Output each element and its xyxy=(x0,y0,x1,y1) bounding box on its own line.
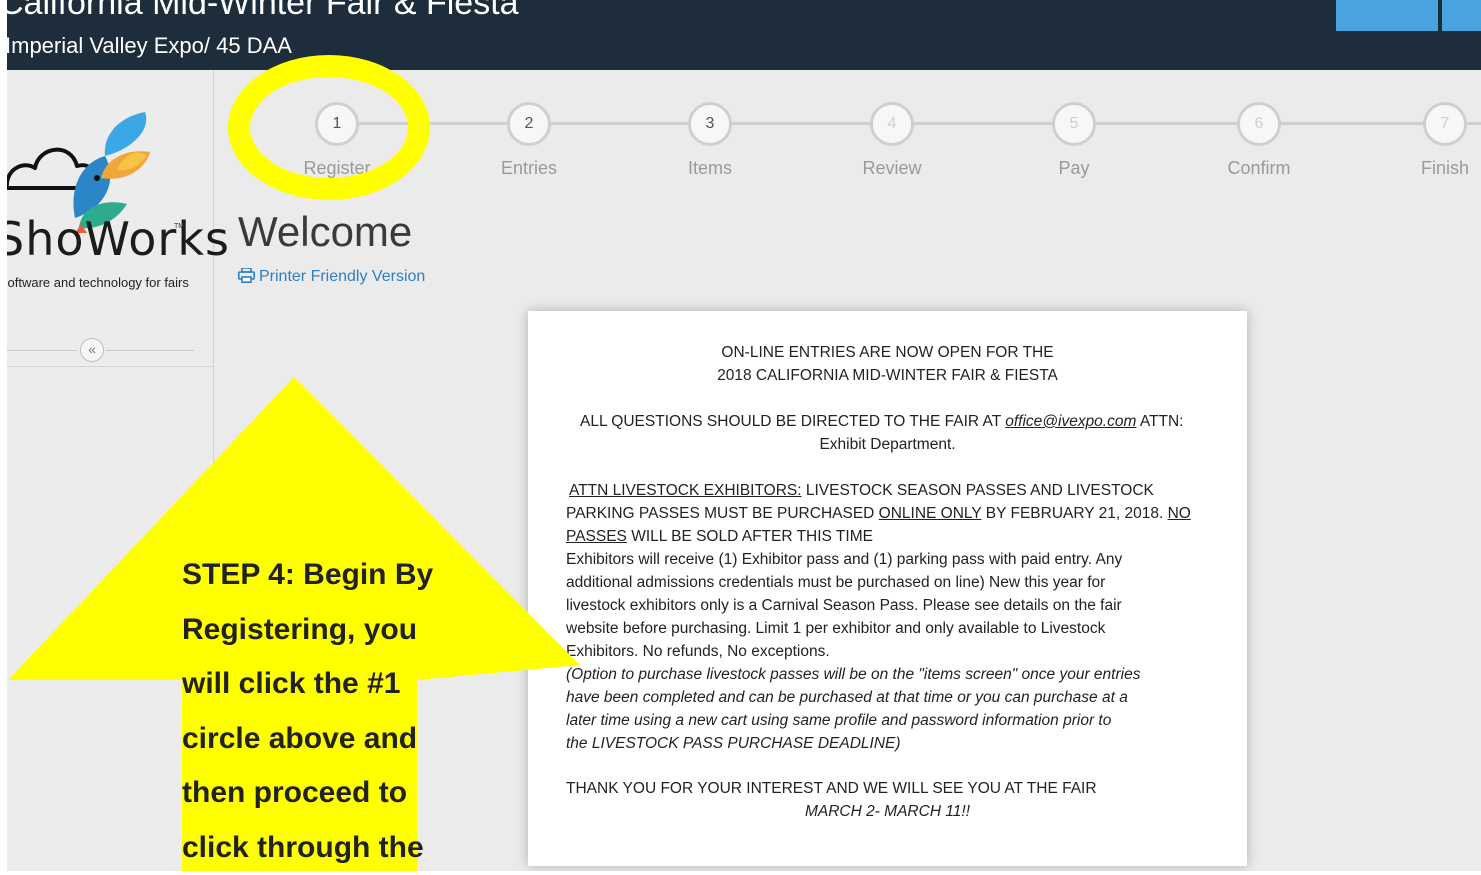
site-header: California Mid-Winter Fair & Fiesta Impe… xyxy=(7,0,1481,70)
passes-text: PASSES xyxy=(566,528,627,545)
step-7-finish-circle[interactable]: 7 xyxy=(1423,102,1467,146)
fair-dates: MARCH 2- MARCH 11!! xyxy=(528,800,1247,823)
divider xyxy=(7,350,77,351)
exhibitors-line-3: livestock exhibitors only is a Carnival … xyxy=(566,594,1236,617)
step-6-confirm-circle[interactable]: 6 xyxy=(1237,102,1281,146)
highlight-circle-annotation xyxy=(228,55,430,200)
step-3-items-circle[interactable]: 3 xyxy=(688,102,732,146)
option-line-4: the LIVESTOCK PASS PURCHASE DEADLINE) xyxy=(566,732,1246,755)
livestock-line-3: PASSES WILL BE SOLD AFTER THIS TIME xyxy=(566,525,1236,548)
livestock-heading: ATTN LIVESTOCK EXHIBITORS: xyxy=(569,482,802,499)
livestock-text: LIVESTOCK SEASON PASSES AND LIVESTOCK xyxy=(802,482,1154,499)
online-only-text: ONLINE ONLY xyxy=(879,505,982,522)
step-7-label[interactable]: Finish xyxy=(1405,158,1481,179)
option-line-3: later time using a new cart using same p… xyxy=(566,709,1246,732)
livestock-text: PARKING PASSES MUST BE PURCHASED xyxy=(566,505,879,522)
step-4-label[interactable]: Review xyxy=(842,158,942,179)
annotation-line-4: circle above and xyxy=(182,712,452,767)
fair-title: California Mid-Winter Fair & Fiesta xyxy=(7,0,519,23)
logo-wordmark: ShoWorks xyxy=(7,212,230,266)
notice-questions-line-2: Exhibit Department. xyxy=(528,433,1247,456)
step-4-review-circle[interactable]: 4 xyxy=(870,102,914,146)
annotation-instructions: STEP 4: Begin By Registering, you will c… xyxy=(182,548,452,875)
exhibitors-line-1: Exhibitors will receive (1) Exhibitor pa… xyxy=(566,548,1236,571)
printer-icon xyxy=(238,268,255,288)
exhibitors-line-4: website before purchasing. Limit 1 per e… xyxy=(566,617,1236,640)
header-login-button[interactable] xyxy=(1336,0,1438,31)
notice-questions-line: ALL QUESTIONS SHOULD BE DIRECTED TO THE … xyxy=(580,410,1247,433)
livestock-line-1: ATTN LIVESTOCK EXHIBITORS: LIVESTOCK SEA… xyxy=(569,479,1239,502)
sidebar-collapse-row: « xyxy=(7,336,213,367)
thanks-line: THANK YOU FOR YOUR INTEREST AND WE WILL … xyxy=(566,777,1236,800)
annotation-line-3: will click the #1 xyxy=(182,657,452,712)
step-6-label[interactable]: Confirm xyxy=(1209,158,1309,179)
header-menu-button[interactable] xyxy=(1442,0,1481,31)
fair-email-link[interactable]: office@ivexpo.com xyxy=(1005,413,1136,430)
questions-text: ALL QUESTIONS SHOULD BE DIRECTED TO THE … xyxy=(580,413,1005,430)
annotation-line-1: STEP 4: Begin By xyxy=(182,548,452,603)
step-3-label[interactable]: Items xyxy=(660,158,760,179)
exhibitors-line-2: additional admissions credentials must b… xyxy=(566,571,1236,594)
step-5-label[interactable]: Pay xyxy=(1024,158,1124,179)
logo-trademark: TM xyxy=(174,223,184,230)
annotation-line-6: click through the xyxy=(182,821,452,875)
notice-open-line-2: 2018 CALIFORNIA MID-WINTER FAIR & FIESTA xyxy=(528,364,1247,387)
questions-attn: ATTN: xyxy=(1136,413,1183,430)
step-5-pay-circle[interactable]: 5 xyxy=(1052,102,1096,146)
livestock-text: BY FEBRUARY 21, 2018. xyxy=(981,505,1167,522)
fair-subtitle: Imperial Valley Expo/ 45 DAA xyxy=(7,33,292,59)
logo-tagline: software and technology for fairs xyxy=(7,275,189,290)
option-line-2: have been completed and can be purchased… xyxy=(566,686,1246,709)
printer-friendly-link[interactable]: Printer Friendly Version xyxy=(238,268,425,288)
page-title: Welcome xyxy=(238,208,412,256)
step-2-label[interactable]: Entries xyxy=(479,158,579,179)
announcement-card: ON-LINE ENTRIES ARE NOW OPEN FOR THE 201… xyxy=(528,311,1247,866)
step-2-entries-circle[interactable]: 2 xyxy=(507,102,551,146)
option-line-1: (Option to purchase livestock passes wil… xyxy=(566,663,1246,686)
annotation-line-5: then proceed to xyxy=(182,766,452,821)
divider xyxy=(106,350,194,351)
annotation-line-2: Registering, you xyxy=(182,603,452,658)
livestock-text: WILL BE SOLD AFTER THIS TIME xyxy=(627,528,873,545)
no-text: NO xyxy=(1168,505,1191,522)
exhibitors-line-5: Exhibitors. No refunds, No exceptions. xyxy=(566,640,1236,663)
collapse-sidebar-button[interactable]: « xyxy=(80,338,104,362)
printer-friendly-label: Printer Friendly Version xyxy=(259,268,425,285)
notice-open-line-1: ON-LINE ENTRIES ARE NOW OPEN FOR THE xyxy=(528,341,1247,364)
livestock-line-2: PARKING PASSES MUST BE PURCHASED ONLINE … xyxy=(566,502,1236,525)
